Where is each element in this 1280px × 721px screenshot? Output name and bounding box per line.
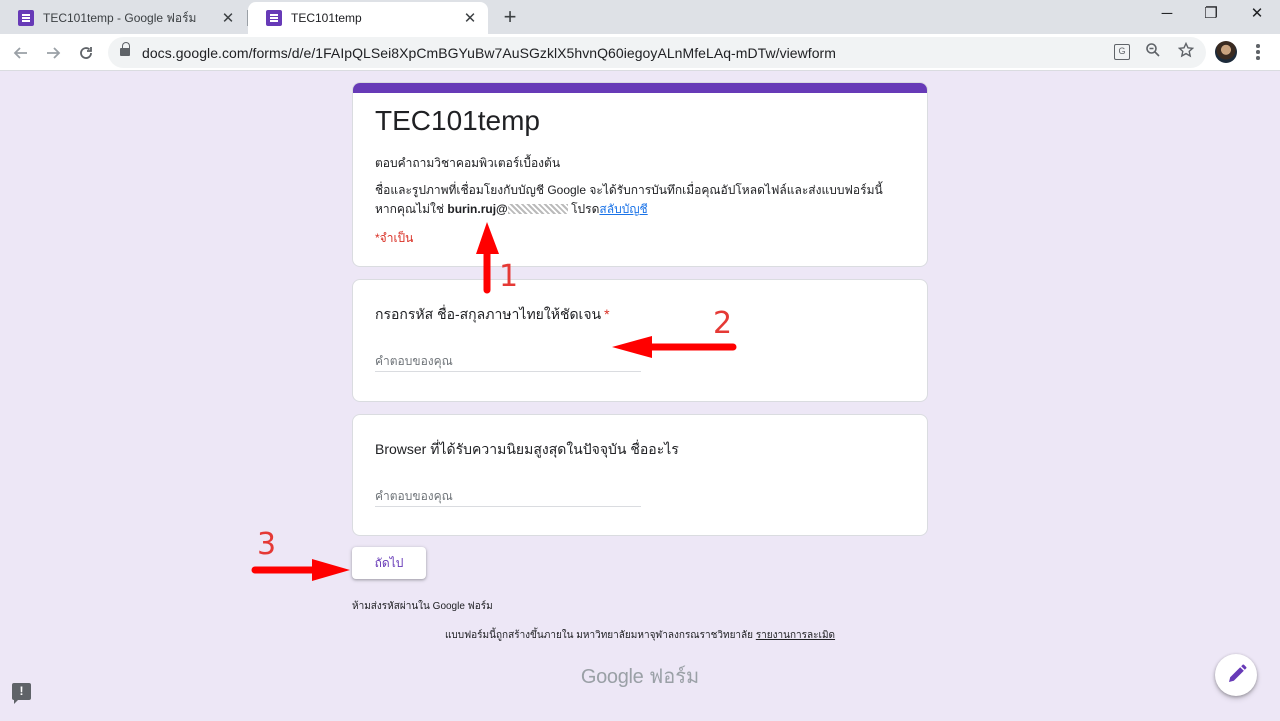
question-title: Browser ที่ได้รับความนิยมสูงสุดในปัจจุบั… — [375, 439, 679, 461]
forms-wordmark: ฟอร์ม — [649, 666, 700, 688]
zoom-icon[interactable] — [1143, 42, 1163, 62]
password-warning: ห้ามส่งรหัสผ่านใน Google ฟอร์ม — [352, 601, 493, 612]
close-tab-icon[interactable]: ✕ — [220, 9, 236, 27]
question-title: กรอกรหัส ชื่อ-สกุลภาษาไทยให้ชัดเจน * — [375, 304, 610, 326]
reload-icon[interactable] — [73, 40, 99, 66]
annotation-arrow-right — [251, 559, 350, 581]
account-notice-prefix: หากคุณไม่ใช่ — [375, 202, 445, 216]
annotation-label-3: 3 — [257, 527, 277, 562]
feedback-icon[interactable]: ! — [12, 683, 31, 704]
close-window-button[interactable]: ✕ — [1234, 0, 1280, 30]
google-forms-icon — [266, 10, 282, 26]
account-notice-mid: โปรด — [571, 202, 600, 216]
translate-icon[interactable]: G — [1114, 44, 1130, 60]
footer-text: แบบฟอร์มนี้ถูกสร้างขึ้นภายใน มหาวิทยาลัย… — [444, 630, 754, 641]
minimize-button[interactable]: ─ — [1144, 0, 1190, 30]
form-description: ตอบคำถามวิชาคอมพิวเตอร์เบื้องต้น — [375, 156, 561, 170]
form-title: TEC101temp — [375, 105, 540, 136]
close-tab-icon[interactable]: ✕ — [462, 9, 478, 27]
edit-form-button[interactable] — [1215, 654, 1257, 696]
required-note: *จำเป็น — [375, 231, 414, 245]
forward-icon[interactable] — [40, 40, 66, 66]
question-card: กรอกรหัส ชื่อ-สกุลภาษาไทยให้ชัดเจน * — [352, 279, 928, 402]
pencil-icon — [1229, 664, 1247, 682]
question-card: Browser ที่ได้รับความนิยมสูงสุดในปัจจุบั… — [352, 414, 928, 536]
answer-input-student-name[interactable] — [375, 350, 641, 372]
menu-icon[interactable] — [1250, 42, 1266, 62]
browser-toolbar: docs.google.com/forms/d/e/1FAIpQLSei8XpC… — [0, 34, 1280, 71]
question-text: Browser ที่ได้รับความนิยมสูงสุดในปัจจุบั… — [375, 441, 679, 457]
google-forms-logo: Google ฟอร์ม — [0, 660, 1280, 692]
form-header-card: TEC101temp ตอบคำถามวิชาคอมพิวเตอร์เบื้อง… — [352, 82, 928, 267]
answer-input-browser[interactable] — [375, 485, 641, 507]
account-notice-line1: ชื่อและรูปภาพที่เชื่อมโยงกับบัญชี Google… — [375, 183, 883, 197]
url-text: docs.google.com/forms/d/e/1FAIpQLSei8XpC… — [142, 45, 836, 61]
annotation-label-1: 1 — [499, 259, 519, 294]
star-icon[interactable] — [1176, 41, 1196, 62]
tab-title: TEC101temp - Google ฟอร์ม — [43, 10, 197, 25]
tab-title: TEC101temp — [291, 11, 362, 25]
account-email: burin.ruj@ — [447, 202, 508, 216]
required-mark: * — [604, 306, 610, 322]
back-icon[interactable] — [8, 40, 34, 66]
lock-icon — [120, 42, 130, 58]
annotation-label-2: 2 — [713, 306, 733, 341]
question-text: กรอกรหัส ชื่อ-สกุลภาษาไทยให้ชัดเจน — [375, 306, 602, 322]
redacted-domain — [507, 204, 568, 214]
footer-note: แบบฟอร์มนี้ถูกสร้างขึ้นภายใน มหาวิทยาลัย… — [0, 628, 1280, 643]
report-abuse-link[interactable]: รายงานการละเมิด — [756, 630, 835, 641]
switch-account-link[interactable]: สลับบัญชี — [599, 202, 647, 216]
google-wordmark: Google — [580, 666, 644, 688]
restore-button[interactable]: ❐ — [1188, 0, 1234, 30]
next-button[interactable]: ถัดไป — [352, 547, 426, 579]
address-bar[interactable]: docs.google.com/forms/d/e/1FAIpQLSei8XpC… — [108, 37, 1206, 68]
new-tab-button[interactable]: + — [498, 4, 522, 30]
account-notice-line2: หากคุณไม่ใช่ burin.ruj@ โปรดสลับบัญชี — [375, 200, 915, 219]
tab-strip: TEC101temp - Google ฟอร์ม ✕ TEC101temp ✕… — [0, 0, 1280, 34]
account-notice: ชื่อและรูปภาพที่เชื่อมโยงกับบัญชี Google… — [375, 181, 915, 219]
tab-forms-editor[interactable]: TEC101temp - Google ฟอร์ม ✕ — [0, 2, 246, 34]
profile-avatar[interactable] — [1215, 41, 1237, 63]
google-forms-icon — [18, 10, 34, 26]
tab-form-viewer[interactable]: TEC101temp ✕ — [248, 2, 488, 34]
